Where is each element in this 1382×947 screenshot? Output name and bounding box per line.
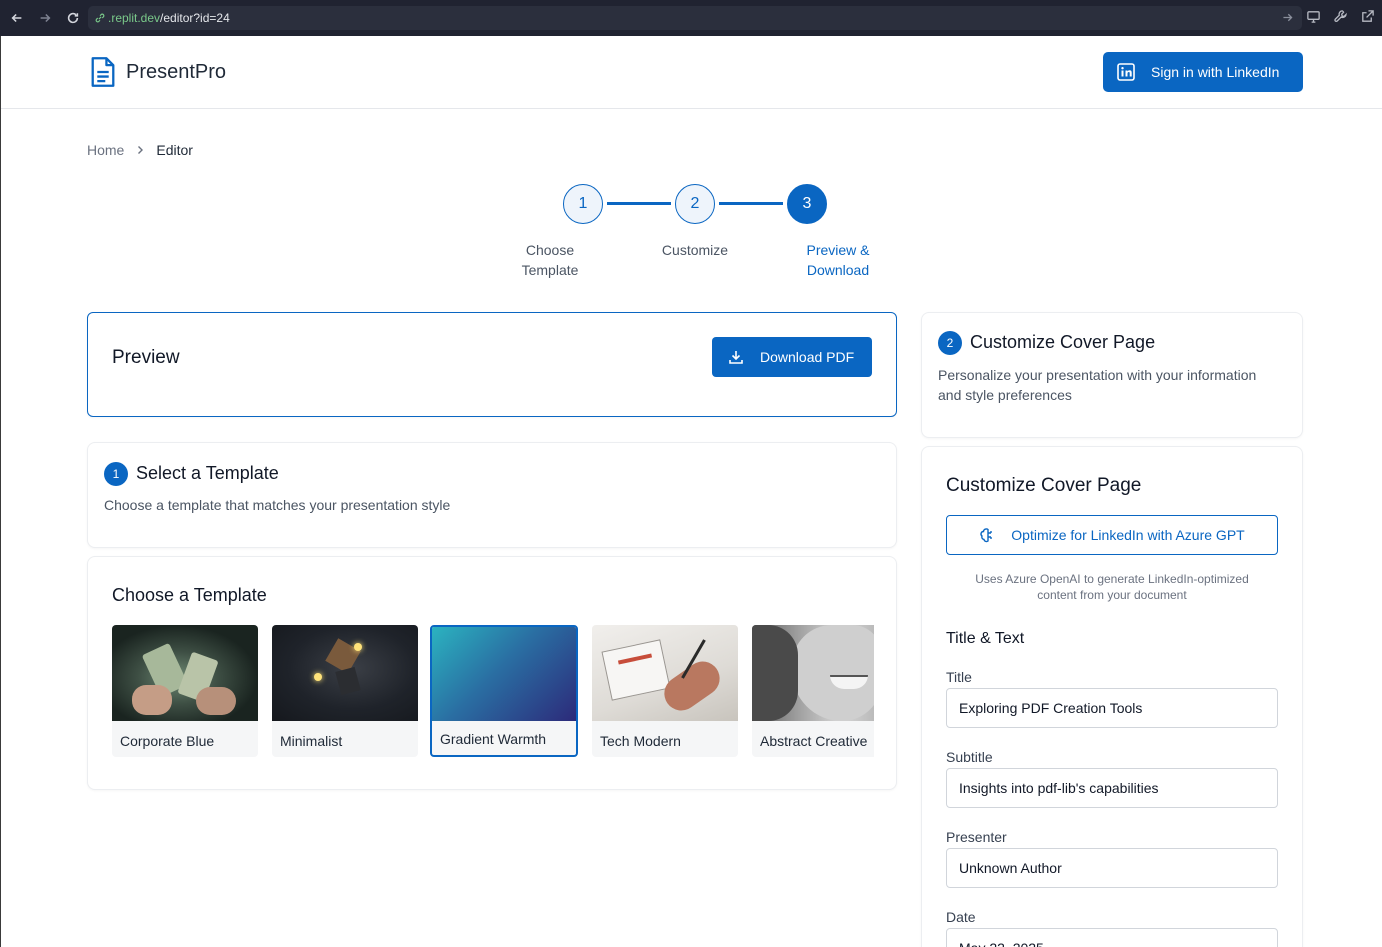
template-name: Tech Modern	[600, 733, 681, 749]
step-1-circle[interactable]: 1	[563, 184, 603, 224]
select-template-subtitle: Choose a template that matches your pres…	[104, 497, 451, 513]
date-field-label: Date	[946, 909, 976, 925]
chevron-right-icon	[138, 146, 144, 154]
monitor-icon[interactable]	[1306, 9, 1322, 25]
template-name: Corporate Blue	[120, 733, 215, 749]
template-thumbnail	[432, 627, 576, 721]
template-name: Gradient Warmth	[440, 731, 547, 747]
template-thumbnail	[112, 625, 258, 721]
title-text-section-heading: Title & Text	[946, 630, 1025, 647]
app-header: PresentPro Sign in with LinkedIn	[1, 36, 1382, 109]
customize-intro-subtitle: Personalize your presentation with your …	[938, 367, 1257, 403]
external-link-icon[interactable]	[1360, 9, 1376, 25]
template-thumbnail	[752, 625, 874, 721]
linkedin-signin-button[interactable]: Sign in with LinkedIn	[1103, 52, 1303, 92]
title-field-label: Title	[946, 669, 972, 685]
forward-icon[interactable]	[31, 4, 59, 32]
back-icon[interactable]	[3, 4, 31, 32]
template-corporate-blue[interactable]: Corporate Blue	[112, 625, 258, 757]
step-3-circle[interactable]: 3	[787, 184, 827, 224]
document-icon	[91, 57, 115, 87]
step-3-label: Preview & Download	[806, 242, 870, 278]
wrench-icon[interactable]	[1333, 9, 1349, 25]
go-arrow-icon[interactable]	[1281, 11, 1294, 24]
template-gallery: Corporate Blue Minimalist Gradient Warmt…	[112, 625, 874, 759]
template-name: Abstract Creative	[760, 733, 868, 749]
presenter-input[interactable]	[946, 848, 1278, 888]
step-2-label: Customize	[661, 242, 729, 258]
template-minimalist[interactable]: Minimalist	[272, 625, 418, 757]
brain-icon	[980, 528, 992, 543]
link-icon	[95, 13, 105, 23]
customize-intro-card: 2 Customize Cover Page Personalize your …	[921, 312, 1303, 438]
reload-icon[interactable]	[59, 4, 87, 32]
linkedin-signin-label: Sign in with LinkedIn	[1151, 64, 1280, 80]
step-connector-2	[719, 202, 783, 205]
template-thumbnail	[272, 625, 418, 721]
customize-intro-title: Customize Cover Page	[970, 332, 1156, 352]
step-connector-1	[607, 202, 671, 205]
select-template-card: 1 Select a Template Choose a template th…	[87, 442, 897, 548]
step-2-circle[interactable]: 2	[675, 184, 715, 224]
template-name: Minimalist	[280, 733, 343, 749]
url-path: /editor?id=24	[160, 11, 230, 25]
step-1-label: Choose Template	[521, 242, 579, 278]
breadcrumb-current: Editor	[156, 142, 193, 158]
customize-form-title: Customize Cover Page	[946, 475, 1142, 496]
breadcrumb: Home Editor	[87, 142, 193, 158]
download-icon	[729, 351, 743, 364]
template-thumbnail	[592, 625, 738, 721]
preview-title: Preview	[112, 347, 180, 368]
breadcrumb-home[interactable]: Home	[87, 142, 124, 158]
browser-toolbar: .replit.dev/editor?id=24	[0, 0, 1382, 36]
download-pdf-button[interactable]: Download PDF	[712, 337, 872, 377]
optimize-linkedin-label: Optimize for LinkedIn with Azure GPT	[1011, 527, 1245, 543]
url-domain: .replit.dev	[108, 11, 161, 25]
step-badge-2: 2	[938, 331, 962, 355]
preview-card: Preview Download PDF	[87, 312, 897, 417]
select-template-title: Select a Template	[136, 463, 279, 483]
presenter-field-label: Presenter	[946, 829, 1007, 845]
brand-name: PresentPro	[126, 60, 227, 83]
template-abstract-creative[interactable]: Abstract Creative	[752, 625, 874, 757]
address-bar[interactable]: .replit.dev/editor?id=24	[88, 6, 1302, 30]
optimize-note: Uses Azure OpenAI to generate LinkedIn-o…	[975, 572, 1249, 602]
template-gradient-warmth[interactable]: Gradient Warmth	[430, 625, 578, 757]
step-badge-1: 1	[104, 462, 128, 486]
optimize-linkedin-button[interactable]: Optimize for LinkedIn with Azure GPT	[946, 515, 1278, 555]
subtitle-field-label: Subtitle	[946, 749, 993, 765]
template-tech-modern[interactable]: Tech Modern	[592, 625, 738, 757]
date-input[interactable]	[946, 928, 1278, 947]
customize-form-card: Customize Cover Page Optimize for Linked…	[921, 446, 1303, 947]
subtitle-input[interactable]	[946, 768, 1278, 808]
title-input[interactable]	[946, 688, 1278, 728]
download-pdf-label: Download PDF	[760, 349, 855, 365]
window-edge	[0, 36, 1, 947]
choose-template-title: Choose a Template	[112, 585, 267, 605]
brand-logo[interactable]: PresentPro	[89, 56, 226, 88]
linkedin-icon	[1117, 63, 1135, 81]
choose-template-card: Choose a Template Corporate Blue Minimal…	[87, 556, 897, 790]
